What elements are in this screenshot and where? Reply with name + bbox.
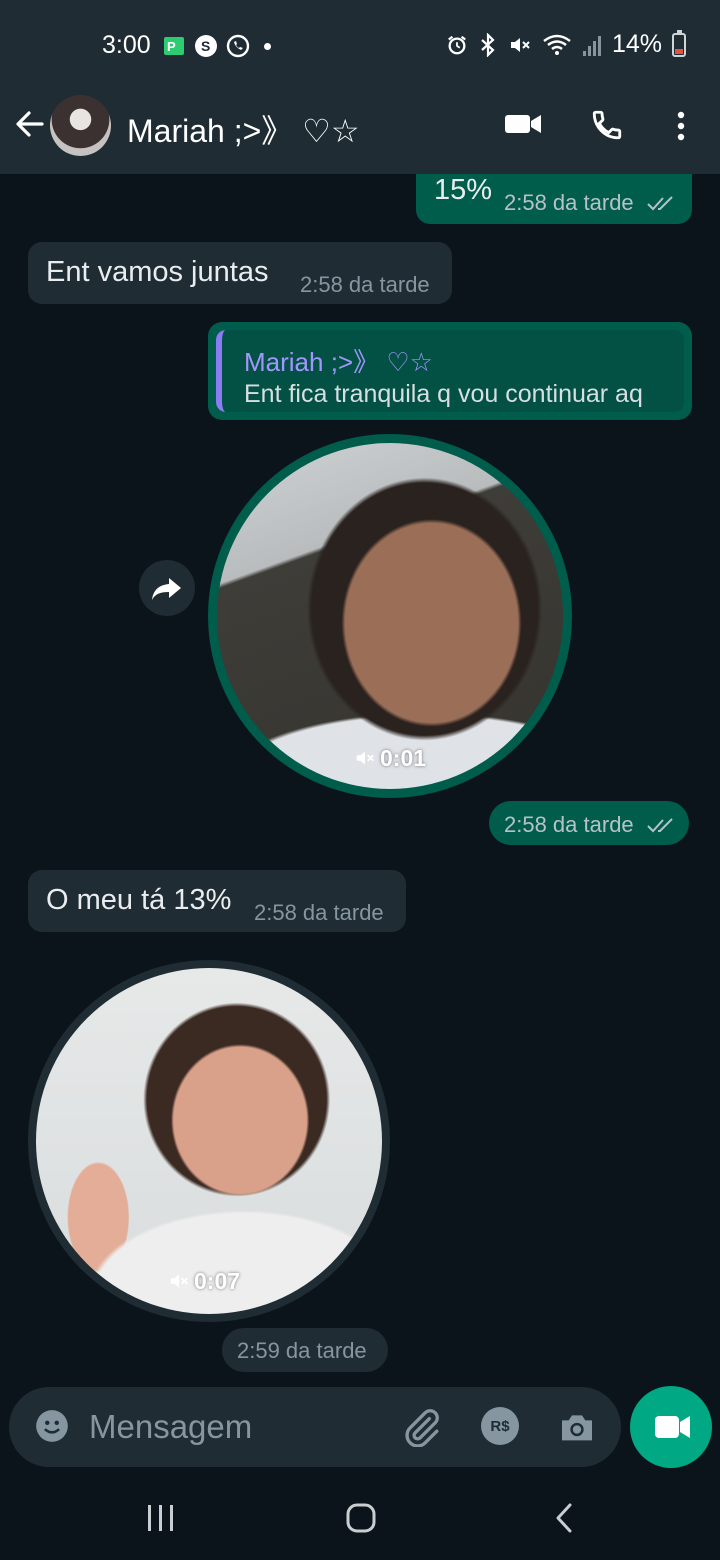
contact-name[interactable]: Mariah ;>》 ♡☆ (127, 106, 360, 152)
skype-icon: S (195, 35, 217, 57)
back-nav-icon[interactable] (551, 1502, 577, 1534)
payment-button[interactable]: R$ (481, 1407, 519, 1445)
message-incoming[interactable]: O meu tá 13% 2:58 da tarde (28, 870, 406, 932)
record-video-button[interactable] (630, 1386, 712, 1468)
message-text: 15% (434, 174, 493, 206)
message-outgoing-quote[interactable]: Mariah ;>》 ♡☆ Ent fica tranquila q vou c… (208, 322, 692, 420)
muted-icon (170, 1274, 188, 1288)
message-time: 2:58 da tarde (300, 272, 430, 297)
message-outgoing[interactable]: 15% 2:58 da tarde (416, 174, 692, 224)
whatsapp-icon (226, 34, 250, 58)
battery-icon (672, 29, 686, 57)
battery-percent: 14% (611, 30, 662, 58)
video-thumbnail[interactable] (36, 968, 382, 1314)
chat-header: Mariah ;>》 ♡☆ (0, 92, 720, 174)
video-note-time: 2:58 da tarde (489, 801, 689, 845)
status-right-icons: 14% (446, 29, 686, 59)
svg-text:P: P (167, 39, 176, 54)
message-composer: R$ (9, 1387, 621, 1467)
quote-text: Ent fica tranquila q vou continuar aq (244, 380, 643, 408)
video-duration: 0:01 (380, 745, 427, 771)
video-note-outgoing[interactable]: 0:01 (208, 434, 572, 798)
back-arrow-icon[interactable] (12, 106, 48, 142)
svg-text:S: S (201, 38, 210, 54)
video-call-icon[interactable] (504, 110, 542, 138)
mute-icon (510, 37, 530, 52)
video-note-time: 2:59 da tarde (222, 1328, 388, 1372)
forward-icon (152, 578, 181, 600)
avatar[interactable] (50, 95, 111, 156)
chat-area[interactable]: 15% 2:58 da tarde Ent vamos juntas 2:58 … (0, 174, 720, 1386)
message-text: O meu tá 13% (46, 884, 232, 916)
message-input[interactable] (89, 1405, 389, 1449)
video-thumbnail[interactable] (217, 443, 563, 789)
video-duration: 0:07 (194, 1268, 241, 1294)
message-incoming[interactable]: Ent vamos juntas 2:58 da tarde (28, 242, 452, 304)
quote-author: Mariah ;>》 ♡☆ (244, 347, 433, 377)
more-vert-icon[interactable] (670, 108, 692, 144)
video-note-incoming[interactable]: 0:07 (28, 960, 390, 1322)
message-time: 2:58 da tarde (254, 900, 384, 925)
notification-dot-icon (264, 42, 271, 50)
attach-icon[interactable] (401, 1407, 441, 1447)
message-time: 2:58 da tarde (504, 190, 634, 215)
voice-call-icon[interactable] (590, 108, 624, 142)
wifi-icon (543, 34, 571, 55)
camera-icon[interactable] (557, 1407, 597, 1447)
emoji-icon[interactable] (33, 1407, 71, 1445)
signal-icon (582, 35, 601, 56)
forward-button[interactable] (139, 560, 195, 616)
message-text: Ent vamos juntas (46, 256, 269, 288)
read-ticks-icon (647, 196, 673, 211)
money-app-icon: P (164, 37, 184, 55)
system-nav-bar (0, 1476, 720, 1560)
status-time: 3:00 (102, 31, 151, 59)
reply-quote[interactable]: Mariah ;>》 ♡☆ Ent fica tranquila q vou c… (216, 330, 684, 412)
video-record-icon (655, 1416, 690, 1438)
read-ticks-icon (647, 818, 673, 833)
payment-label: R$ (490, 1417, 510, 1435)
status-left-icons: P S (162, 34, 271, 58)
message-meta: 2:58 da tarde (504, 190, 676, 216)
message-time: 2:58 da tarde (504, 812, 634, 837)
status-bar: 3:00 P S 14% (0, 0, 720, 92)
muted-icon (356, 751, 374, 765)
message-meta: 2:58 da tarde (504, 812, 676, 838)
message-time: 2:59 da tarde (237, 1338, 367, 1363)
alarm-icon (448, 35, 466, 54)
recents-icon[interactable] (146, 1504, 176, 1532)
home-icon[interactable] (345, 1502, 377, 1534)
bluetooth-icon (481, 32, 495, 57)
